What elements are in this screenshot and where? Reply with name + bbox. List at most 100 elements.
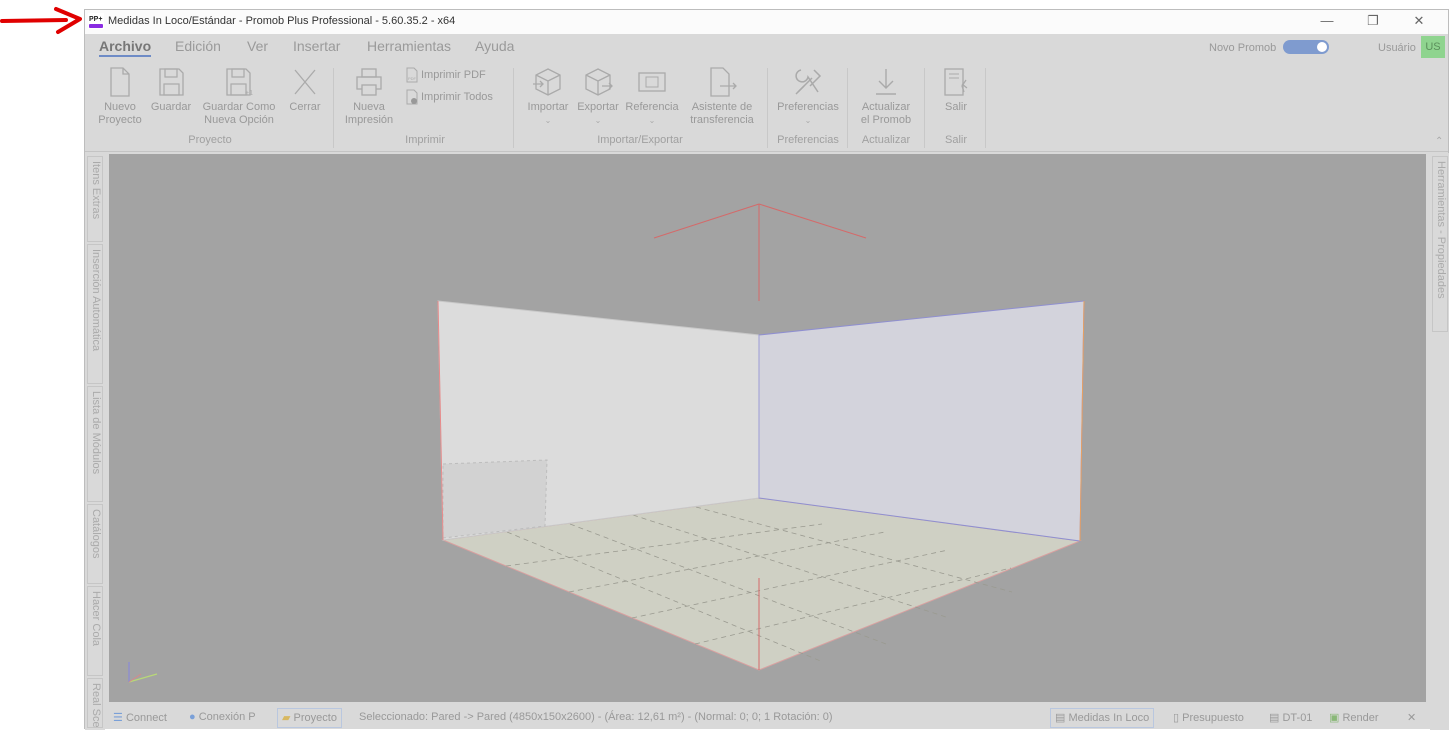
app-window: PP+ Medidas In Loco/Estándar - Promob Pl…	[84, 9, 1449, 730]
tab-hacer-cola[interactable]: Hacer Cola	[87, 586, 103, 676]
group-label-preferencias: Preferencias	[777, 134, 839, 146]
tools-wrench-icon	[795, 69, 822, 95]
usuario-label: Usuário	[1378, 42, 1416, 54]
promob-logo-icon: PP+	[88, 13, 104, 29]
asistente-transferencia-button[interactable]: Asistente de transferencia	[683, 66, 761, 127]
tab-herramientas-propiedades[interactable]: Herramientas - Propiedades	[1432, 156, 1448, 332]
menu-ayuda[interactable]: Ayuda	[475, 38, 514, 54]
tab-real-scene[interactable]: Real Scen	[87, 678, 103, 728]
actualizar-label-1: Actualizar	[861, 101, 911, 113]
imprimir-todos-button[interactable]: Imprimir Todos	[405, 89, 493, 105]
tab-catalogos-label: Catálogos	[90, 509, 102, 559]
group-label-importar-exportar: Importar/Exportar	[597, 134, 683, 146]
guardar-como-label-2: Nueva Opción	[204, 114, 274, 126]
medidas-in-loco-tab[interactable]: ▤ Medidas In Loco	[1050, 708, 1155, 728]
menu-bar: Archivo Edición Ver Insertar Herramienta…	[85, 34, 1448, 62]
conexion-label: Conexión P	[198, 711, 256, 723]
collapse-ribbon-button[interactable]: ⌃	[1435, 136, 1443, 147]
presupuesto-label: Presupuesto	[1182, 712, 1244, 724]
guardar-como-label-1: Guardar Como	[202, 101, 276, 113]
status-bar: ☰ Connect ● Conexión P ▰ Proyecto Selecc…	[105, 707, 1430, 729]
tab-lista-de-modulos-label: Lista de Módulos	[90, 391, 102, 475]
svg-text:PP+: PP+	[89, 16, 102, 23]
document-icon: ▤	[1055, 712, 1066, 724]
page-icon: ▯	[1173, 712, 1180, 724]
proyecto-label: Proyecto	[293, 712, 337, 724]
novo-promob-toggle[interactable]	[1283, 40, 1329, 54]
globe-icon: ●	[189, 711, 196, 723]
actualizar-label-2: el Promob	[860, 114, 912, 126]
menu-insertar[interactable]: Insertar	[293, 38, 340, 54]
conexion-status[interactable]: ● Conexión P	[189, 711, 256, 723]
import-cube-icon	[533, 68, 561, 96]
cerrar-button[interactable]: Cerrar	[283, 66, 327, 114]
ribbon-separator	[924, 68, 925, 148]
tab-insercion-automatica-label: Inserción Automática	[90, 249, 102, 352]
group-label-actualizar: Actualizar	[861, 134, 911, 146]
exit-door-icon	[944, 68, 968, 96]
rss-icon: ☰	[113, 712, 123, 724]
nueva-impresion-button[interactable]: Nueva Impresión	[341, 66, 397, 127]
axis-line	[653, 203, 760, 239]
nuevo-label-1: Nuevo	[104, 101, 136, 113]
referencia-button[interactable]: Referencia ⌄	[623, 66, 681, 127]
menu-edicion[interactable]: Edición	[175, 38, 221, 54]
print-all-icon	[406, 89, 418, 105]
importar-button[interactable]: Importar ⌄	[523, 66, 573, 127]
exportar-button[interactable]: Exportar ⌄	[573, 66, 623, 127]
imprimir-pdf-button[interactable]: PDF Imprimir PDF	[405, 67, 486, 83]
room-scene	[128, 203, 1085, 683]
menu-archivo[interactable]: Archivo	[99, 38, 152, 57]
salir-button[interactable]: Salir	[931, 66, 981, 114]
tab-lista-de-modulos[interactable]: Lista de Módulos	[87, 386, 103, 502]
medidas-label: Medidas In Loco	[1068, 712, 1150, 724]
menu-herramientas[interactable]: Herramientas	[367, 38, 451, 54]
tab-real-scene-label: Real Scen	[90, 683, 102, 728]
red-pointer-arrow	[0, 7, 82, 34]
right-wall	[758, 300, 1085, 542]
close-tab-button[interactable]: ✕	[1407, 711, 1416, 724]
chevron-down-icon: ⌄	[544, 116, 552, 125]
presupuesto-tab[interactable]: ▯ Presupuesto	[1173, 711, 1244, 724]
asistente-label-2: transferencia	[690, 114, 754, 126]
group-label-salir: Salir	[944, 134, 967, 146]
user-avatar[interactable]: US	[1421, 36, 1445, 58]
minimize-button[interactable]: —	[1304, 10, 1350, 34]
pdf-icon: PDF	[406, 67, 418, 83]
nuevo-proyecto-button[interactable]: Nuevo Proyecto	[93, 66, 147, 127]
guardar-button[interactable]: Guardar	[147, 66, 195, 114]
render-tab[interactable]: ▣ Render	[1329, 711, 1379, 724]
3d-viewport[interactable]	[109, 154, 1426, 702]
menu-ver[interactable]: Ver	[247, 38, 268, 54]
reference-frame-icon	[638, 72, 666, 92]
printer-icon	[356, 68, 382, 96]
save-as-icon: +1	[226, 68, 253, 97]
ribbon-separator	[847, 68, 848, 148]
guardar-como-button[interactable]: +1 Guardar Como Nueva Opción	[197, 66, 281, 127]
image-icon: ▣	[1329, 712, 1340, 724]
tab-hacer-cola-label: Hacer Cola	[90, 591, 102, 647]
proyecto-tab[interactable]: ▰ Proyecto	[277, 708, 342, 728]
tab-catalogos[interactable]: Catálogos	[87, 504, 103, 584]
referencia-label: Referencia	[625, 101, 679, 113]
connect-status[interactable]: ☰ Connect	[113, 711, 167, 724]
actualizar-promob-button[interactable]: Actualizar el Promob	[853, 66, 919, 127]
tab-insercion-automatica[interactable]: Inserción Automática	[87, 244, 103, 384]
close-button[interactable]: ✕	[1396, 10, 1442, 34]
chevron-down-icon: ⌄	[594, 116, 602, 125]
preferencias-button[interactable]: Preferencias ⌄	[773, 66, 843, 127]
export-cube-icon	[585, 68, 613, 96]
restore-button[interactable]: ❐	[1350, 10, 1396, 34]
svg-text:PDF: PDF	[408, 76, 417, 81]
guardar-label: Guardar	[150, 101, 192, 113]
tab-itens-extras[interactable]: Itens Extras	[87, 156, 103, 242]
dt-01-tab[interactable]: ▤ DT-01	[1269, 711, 1312, 724]
connect-label: Connect	[125, 712, 167, 724]
dt-label: DT-01	[1282, 712, 1313, 724]
render-label: Render	[1342, 712, 1379, 724]
drawing-icon: ▤	[1269, 712, 1280, 724]
tab-itens-extras-label: Itens Extras	[90, 161, 102, 220]
nueva-label-1: Nueva	[353, 101, 385, 113]
svg-text:+1: +1	[245, 90, 253, 97]
group-label-proyecto: Proyecto	[188, 134, 232, 146]
